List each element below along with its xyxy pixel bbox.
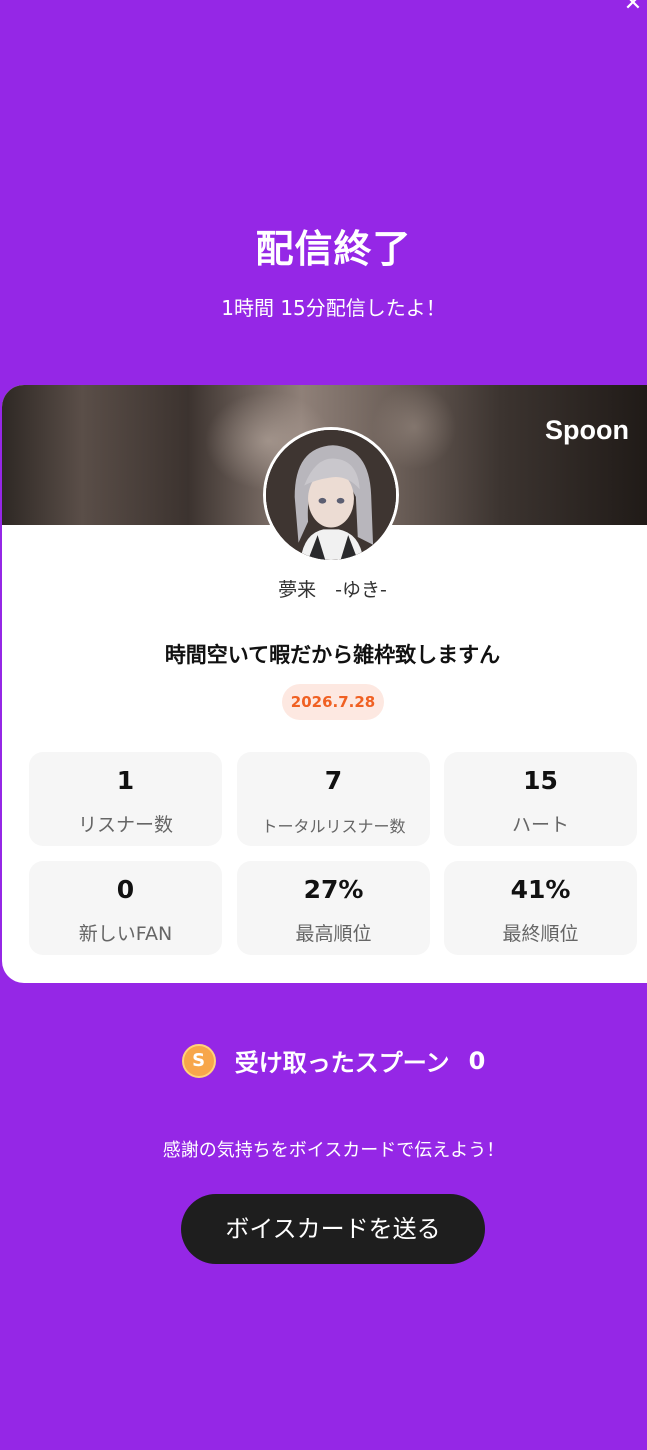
date-badge: 2026.7.28 [282, 684, 384, 720]
stat-new-fans: 0 新しいFAN [29, 861, 222, 955]
stat-label: 最高順位 [295, 923, 372, 945]
spoons-label: 受け取ったスプーン [234, 1049, 450, 1077]
brand-logo: Spoon [545, 415, 629, 445]
thanks-message: 感謝の気持ちをボイスカードで伝えよう！ [162, 1140, 505, 1161]
broadcast-duration: 1時間 15分配信したよ！ [221, 296, 446, 320]
received-spoons: S 受け取ったスプーン 0 [0, 1043, 647, 1083]
username: 夢来 -ゆき- [278, 579, 387, 601]
stat-label: ハート [511, 814, 569, 836]
stat-value: 41% [510, 875, 571, 904]
stat-listeners: 1 リスナー数 [29, 752, 222, 846]
stat-label: 最終順位 [502, 923, 579, 945]
stat-value: 27% [303, 875, 364, 904]
stat-highest-rank: 27% 最高順位 [237, 861, 430, 955]
stream-title: 時間空いて暇だから雑枠致しますん [164, 643, 501, 667]
stat-label: リスナー数 [77, 814, 173, 836]
spoons-count: 0 [468, 1046, 486, 1075]
stat-total-listeners: 7 トータルリスナー数 [237, 752, 430, 846]
stat-value: 7 [324, 766, 343, 795]
stat-label: 新しいFAN [78, 923, 173, 945]
spoon-coin-icon: S [181, 1043, 216, 1078]
stat-hearts: 15 ハート [444, 752, 637, 846]
stat-value: 1 [116, 766, 135, 795]
page-title: 配信終了 [255, 227, 412, 271]
result-card: Spoon 夢来 -ゆき- 時間空いて暇だから雑枠致しますん 2026.7.28… [2, 385, 647, 983]
stat-final-rank: 41% 最終順位 [444, 861, 637, 955]
send-voice-card-button[interactable]: ボイスカードを送る [181, 1194, 485, 1264]
stat-value: 15 [523, 766, 558, 795]
stat-label: トータルリスナー数 [261, 817, 406, 836]
avatar [263, 427, 399, 563]
stat-value: 0 [116, 875, 135, 904]
close-icon[interactable]: ✕ [621, 0, 645, 16]
